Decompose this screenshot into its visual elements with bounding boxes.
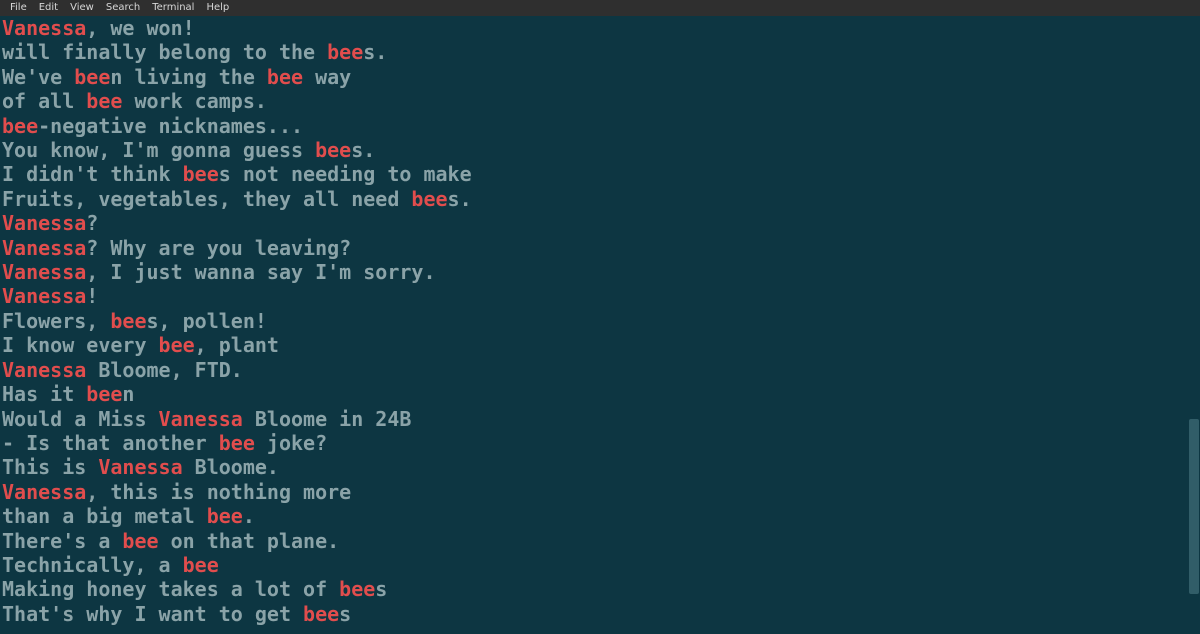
text-run: , I just wanna say I'm sorry. <box>86 260 435 284</box>
search-highlight: Vanessa <box>2 236 86 260</box>
search-highlight: bee <box>183 553 219 577</box>
search-highlight: bee <box>303 602 339 626</box>
text-run: work camps. <box>122 89 267 113</box>
text-run: Bloome, FTD. <box>86 358 243 382</box>
text-run: of all <box>2 89 86 113</box>
text-run: I know every <box>2 333 159 357</box>
terminal-line: Technically, a bee <box>2 553 1198 577</box>
search-highlight: Vanessa <box>2 211 86 235</box>
menubar: File Edit View Search Terminal Help <box>0 0 1200 16</box>
terminal-line: Vanessa? Why are you leaving? <box>2 236 1198 260</box>
terminal-line: This is Vanessa Bloome. <box>2 455 1198 479</box>
text-run: This is <box>2 455 98 479</box>
search-highlight: bee <box>183 162 219 186</box>
terminal-line: You know, I'm gonna guess bees. <box>2 138 1198 162</box>
scrollbar-thumb[interactable] <box>1189 419 1199 594</box>
text-run: n living the <box>110 65 267 89</box>
text-run: Bloome. <box>183 455 279 479</box>
terminal-line: will finally belong to the bees. <box>2 40 1198 64</box>
text-run: joke? <box>255 431 327 455</box>
terminal-line: Vanessa? <box>2 211 1198 235</box>
text-run: n <box>122 382 134 406</box>
terminal-line: than a big metal bee. <box>2 504 1198 528</box>
text-run: , this is nothing more <box>86 480 351 504</box>
text-run: on that plane. <box>159 529 340 553</box>
search-highlight: bee <box>2 114 38 138</box>
text-run: Bloome in 24B <box>243 407 412 431</box>
terminal-line: That's why I want to get bees <box>2 602 1198 626</box>
text-run: ? Why are you leaving? <box>86 236 351 260</box>
terminal-output: Vanessa, we won!will finally belong to t… <box>0 16 1200 626</box>
terminal-line: We've been living the bee way <box>2 65 1198 89</box>
search-highlight: bee <box>315 138 351 162</box>
text-run: than a big metal <box>2 504 207 528</box>
search-highlight: bee <box>207 504 243 528</box>
scrollbar-track[interactable] <box>1188 16 1200 634</box>
text-run: ! <box>86 284 98 308</box>
terminal-line: Vanessa! <box>2 284 1198 308</box>
terminal-line: of all bee work camps. <box>2 89 1198 113</box>
text-run: -negative nicknames... <box>38 114 303 138</box>
text-run: You know, I'm gonna guess <box>2 138 315 162</box>
terminal-line: There's a bee on that plane. <box>2 529 1198 553</box>
text-run: Would a Miss <box>2 407 159 431</box>
terminal-line: I didn't think bees not needing to make <box>2 162 1198 186</box>
text-run: way <box>303 65 351 89</box>
text-run: s, pollen! <box>147 309 267 333</box>
text-run: s. <box>363 40 387 64</box>
terminal-line: Would a Miss Vanessa Bloome in 24B <box>2 407 1198 431</box>
search-highlight: Vanessa <box>2 284 86 308</box>
text-run: s <box>375 577 387 601</box>
search-highlight: bee <box>339 577 375 601</box>
search-highlight: Vanessa <box>159 407 243 431</box>
text-run: There's a <box>2 529 122 553</box>
terminal-line: Vanessa Bloome, FTD. <box>2 358 1198 382</box>
terminal-line: Has it been <box>2 382 1198 406</box>
terminal-viewport[interactable]: Vanessa, we won!will finally belong to t… <box>0 16 1200 634</box>
terminal-line: - Is that another bee joke? <box>2 431 1198 455</box>
text-run: , plant <box>195 333 279 357</box>
text-run: Making honey takes a lot of <box>2 577 339 601</box>
text-run: ? <box>86 211 98 235</box>
search-highlight: bee <box>86 89 122 113</box>
search-highlight: bee <box>74 65 110 89</box>
text-run: , we won! <box>86 16 194 40</box>
search-highlight: Vanessa <box>2 16 86 40</box>
terminal-line: Flowers, bees, pollen! <box>2 309 1198 333</box>
text-run: - Is that another <box>2 431 219 455</box>
terminal-line: Fruits, vegetables, they all need bees. <box>2 187 1198 211</box>
search-highlight: bee <box>327 40 363 64</box>
text-run: That's why I want to get <box>2 602 303 626</box>
text-run: s <box>339 602 351 626</box>
text-run: We've <box>2 65 74 89</box>
text-run: will finally belong to the <box>2 40 327 64</box>
search-highlight: Vanessa <box>2 358 86 382</box>
text-run: s not needing to make <box>219 162 472 186</box>
search-highlight: bee <box>159 333 195 357</box>
terminal-line: I know every bee, plant <box>2 333 1198 357</box>
search-highlight: Vanessa <box>2 260 86 284</box>
text-run: s. <box>351 138 375 162</box>
text-run: I didn't think <box>2 162 183 186</box>
search-highlight: bee <box>411 187 447 211</box>
search-highlight: Vanessa <box>98 455 182 479</box>
text-run: Flowers, <box>2 309 110 333</box>
search-highlight: Vanessa <box>2 480 86 504</box>
search-highlight: bee <box>86 382 122 406</box>
search-highlight: bee <box>267 65 303 89</box>
text-run: Fruits, vegetables, they all need <box>2 187 411 211</box>
terminal-line: Vanessa, this is nothing more <box>2 480 1198 504</box>
search-highlight: bee <box>219 431 255 455</box>
text-run: Has it <box>2 382 86 406</box>
text-run: . <box>243 504 255 528</box>
search-highlight: bee <box>110 309 146 333</box>
terminal-line: bee-negative nicknames... <box>2 114 1198 138</box>
text-run: s. <box>448 187 472 211</box>
terminal-line: Vanessa, we won! <box>2 16 1198 40</box>
terminal-line: Making honey takes a lot of bees <box>2 577 1198 601</box>
search-highlight: bee <box>122 529 158 553</box>
terminal-line: Vanessa, I just wanna say I'm sorry. <box>2 260 1198 284</box>
text-run: Technically, a <box>2 553 183 577</box>
